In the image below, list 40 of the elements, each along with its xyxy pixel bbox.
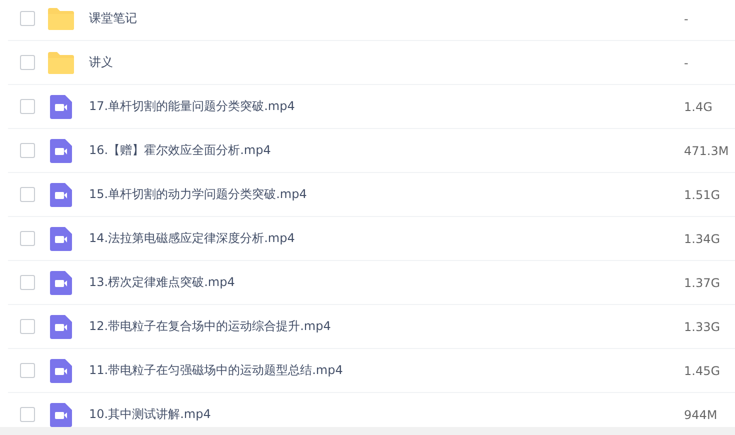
file-size: - [684,56,688,70]
file-size: - [684,12,688,26]
video-file-icon [47,226,75,250]
checkbox[interactable] [20,55,35,70]
checkbox[interactable] [20,143,35,158]
file-size: 471.3M [684,144,729,158]
file-name[interactable]: 14.法拉第电磁感应定律深度分析.mp4 [89,230,669,247]
checkbox[interactable] [20,11,35,26]
file-name[interactable]: 12.带电粒子在复合场中的运动综合提升.mp4 [89,318,669,335]
file-size: 1.45G [684,364,720,378]
checkbox[interactable] [20,99,35,114]
file-size: 1.37G [684,276,720,290]
checkbox[interactable] [20,187,35,202]
video-file-icon [47,314,75,338]
file-size: 944M [684,408,718,422]
file-name[interactable]: 11.带电粒子在匀强磁场中的运动题型总结.mp4 [89,362,669,379]
file-name[interactable]: 13.楞次定律难点突破.mp4 [89,274,669,291]
video-file-icon [47,94,75,118]
folder-icon [47,6,75,30]
checkbox[interactable] [20,363,35,378]
video-file-icon [47,402,75,426]
file-size: 1.33G [684,320,720,334]
video-file-icon [47,182,75,206]
file-name[interactable]: 讲义 [89,54,669,71]
file-size: 1.34G [684,232,720,246]
folder-icon [47,50,75,74]
file-name[interactable]: 16.【赠】霍尔效应全面分析.mp4 [89,142,669,159]
checkbox[interactable] [20,407,35,422]
video-file-icon [47,270,75,294]
checkbox[interactable] [20,319,35,334]
file-name[interactable]: 15.单杆切割的动力学问题分类突破.mp4 [89,186,669,203]
video-file-icon [47,358,75,382]
checkbox[interactable] [20,275,35,290]
file-name[interactable]: 课堂笔记 [89,10,669,27]
file-name[interactable]: 10.其中测试讲解.mp4 [89,406,669,423]
file-size: 1.51G [684,188,720,202]
file-name[interactable]: 17.单杆切割的能量问题分类突破.mp4 [89,98,669,115]
checkbox[interactable] [20,231,35,246]
file-size: 1.4G [684,100,712,114]
video-file-icon [47,138,75,162]
